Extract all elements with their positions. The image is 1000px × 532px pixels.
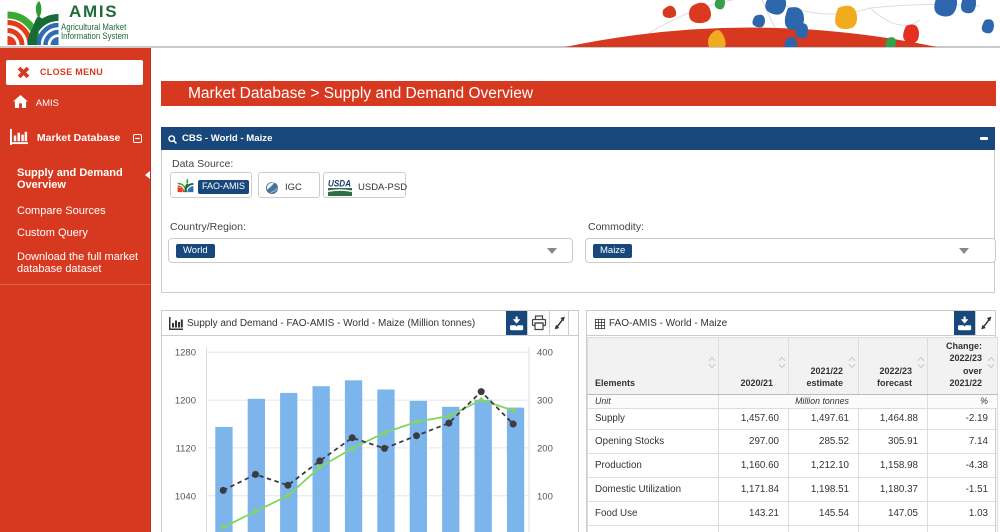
svg-text:1200: 1200 (175, 396, 196, 407)
svg-text:300: 300 (537, 396, 553, 407)
svg-text:1120: 1120 (176, 444, 196, 455)
svg-text:400: 400 (537, 348, 553, 359)
svg-text:1280: 1280 (175, 348, 196, 359)
svg-text:200: 200 (537, 444, 553, 455)
svg-text:100: 100 (537, 492, 553, 503)
svg-text:USDA: USDA (328, 179, 351, 189)
svg-text:1040: 1040 (175, 492, 196, 503)
